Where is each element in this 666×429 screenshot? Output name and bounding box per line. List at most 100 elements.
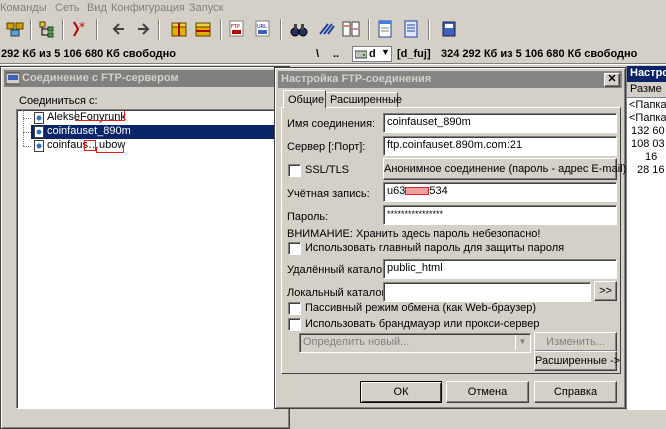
list-item: 16 xyxy=(645,151,658,163)
tab-label: Общие xyxy=(288,94,325,106)
svg-text:*: * xyxy=(79,20,85,34)
notepad-icon[interactable] xyxy=(376,20,394,38)
master-password-checkbox[interactable] xyxy=(288,242,301,255)
size-list: <Папка <Папка 132 60 108 03 16 28 16 xyxy=(629,99,666,177)
cancel-button[interactable]: Отмена xyxy=(446,381,529,403)
ftp-settings-dialog: Настройка FTP-соединения ✕ Общие Расшире… xyxy=(274,67,626,409)
tree-icon[interactable] xyxy=(38,20,56,38)
account-suffix: 534 xyxy=(429,185,448,197)
select-star-icon[interactable]: * xyxy=(70,20,88,38)
menu-network[interactable]: Сеть xyxy=(55,2,79,14)
svg-text:FTP: FTP xyxy=(231,24,240,30)
tab-label: Расширенные xyxy=(330,94,402,106)
browse-button[interactable]: >> xyxy=(594,281,617,301)
list-item: 28 16 xyxy=(637,164,665,176)
account-label: Учётная запись: xyxy=(287,188,370,200)
anonymous-connection-button[interactable]: Анонимное соединение (пароль - адрес E-m… xyxy=(383,158,626,180)
size-column-header[interactable]: Разме xyxy=(627,82,666,98)
unpack-icon[interactable] xyxy=(194,20,212,38)
passive-mode-checkbox[interactable] xyxy=(288,302,301,315)
password-field[interactable]: **************** xyxy=(383,205,617,225)
menu-bar: Команды Сеть Вид Конфигурация Запуск xyxy=(0,0,666,16)
rename-tool-icon[interactable] xyxy=(318,20,336,38)
menu-config[interactable]: Конфигурация xyxy=(111,2,185,14)
list-item: 108 03 xyxy=(631,138,665,150)
menu-commands[interactable]: Команды xyxy=(0,2,47,14)
list-item-label: coinfauset_890m xyxy=(47,125,131,137)
drive-icon xyxy=(355,50,367,59)
dialog-title: Настройка FTP-соединения xyxy=(281,73,432,85)
change-button[interactable]: Изменить... xyxy=(534,332,617,352)
passive-mode-label: Пассивный режим обмена (как Web-браузер) xyxy=(305,302,537,314)
drive-letter: d xyxy=(369,48,376,60)
root-button[interactable]: \ xyxy=(316,48,319,60)
list-item-selected[interactable]: coinfauset_890m xyxy=(31,125,277,139)
firewall-checkbox[interactable] xyxy=(288,318,301,331)
list-item: <Папка xyxy=(629,99,666,111)
ftp-connect-icon[interactable]: FTP xyxy=(228,20,246,38)
ftp-connect-window: Соединение с FTP-сервером Соединиться с:… xyxy=(0,66,290,429)
up-dir-button[interactable]: .. xyxy=(333,48,339,60)
compare-icon[interactable] xyxy=(342,20,360,38)
right-panel-title: Настро xyxy=(627,66,666,82)
close-icon: ✕ xyxy=(607,73,617,85)
conn-name-field[interactable]: coinfauset_890m xyxy=(383,113,617,133)
reread-icon[interactable] xyxy=(6,20,24,38)
right-file-panel: Настро Разме <Папка <Папка 132 60 108 03… xyxy=(626,66,666,410)
chevron-down-icon: ▼ xyxy=(515,335,529,350)
url-icon[interactable]: URL xyxy=(254,20,272,38)
password-label: Пароль: xyxy=(287,211,329,223)
menu-view[interactable]: Вид xyxy=(87,2,107,14)
local-dir-label: Локальный каталог: xyxy=(287,287,389,299)
local-dir-field[interactable] xyxy=(383,282,591,302)
tab-general[interactable]: Общие xyxy=(283,90,326,108)
account-field[interactable]: u63 534 xyxy=(383,182,617,202)
settings-titlebar: Настройка FTP-соединения ✕ xyxy=(278,71,622,88)
redaction-box xyxy=(84,140,96,151)
close-button[interactable]: ✕ xyxy=(604,73,620,87)
ok-button[interactable]: ОК xyxy=(360,381,442,403)
drive-select[interactable]: d ▼ xyxy=(352,46,392,62)
server-field[interactable]: ftp.coinfauset.890m.com:21 xyxy=(383,136,617,156)
advanced-button[interactable]: Расширенные -> xyxy=(534,351,620,371)
menu-launch[interactable]: Запуск xyxy=(189,2,223,14)
master-password-label: Использовать главный пароль для защиты п… xyxy=(305,242,565,254)
ftp-connect-titlebar: Соединение с FTP-сервером xyxy=(4,70,286,87)
redaction-box xyxy=(75,111,125,121)
password-warning: ВНИМАНИЕ: Хранить здесь пароль небезопас… xyxy=(287,228,541,240)
left-free-space: 292 Кб из 5 106 680 Кб свободно xyxy=(1,48,176,60)
account-prefix: u63 xyxy=(387,185,406,197)
svg-text:URL: URL xyxy=(257,24,267,30)
ssl-checkbox[interactable] xyxy=(288,164,301,177)
ssl-label: SSL/TLS xyxy=(305,164,350,176)
ftp-file-icon xyxy=(34,112,44,124)
search-binoculars-icon[interactable] xyxy=(290,20,308,38)
firewall-label: Использовать брандмауэр или прокси-серве… xyxy=(305,318,540,330)
chevron-down-icon: ▼ xyxy=(381,47,390,57)
connect-to-label: Соединиться с: xyxy=(19,95,98,107)
proxy-select[interactable]: Определить новый... ▼ xyxy=(299,333,531,353)
conn-name-label: Имя соединения: xyxy=(287,118,376,130)
help-button[interactable]: Справка xyxy=(534,381,617,403)
remote-dir-label: Удалённый каталог: xyxy=(287,264,390,276)
notes-icon[interactable] xyxy=(402,20,420,38)
list-item: <Папка xyxy=(629,112,666,124)
server-label: Сервер [:Порт]: xyxy=(287,141,366,153)
toolbar: * FTP URL xyxy=(0,16,666,44)
window-icon xyxy=(6,72,20,85)
help-book-icon[interactable] xyxy=(440,20,458,38)
connection-list[interactable]: AlekseFonyrunk coinfauset_890m coinfaus…… xyxy=(16,109,278,409)
ftp-file-icon xyxy=(34,140,44,152)
ftp-file-icon xyxy=(34,126,44,138)
list-item: 132 60 xyxy=(631,125,665,137)
forward-arrow-icon[interactable] xyxy=(134,20,152,38)
back-arrow-icon[interactable] xyxy=(110,20,128,38)
right-free-space: 324 292 Кб из 5 106 680 Кб свободно xyxy=(441,48,638,60)
tab-advanced[interactable]: Расширенные xyxy=(325,92,402,107)
drive-label: [d_fuj] xyxy=(397,48,431,60)
drive-bar: 292 Кб из 5 106 680 Кб свободно \ .. d ▼… xyxy=(0,44,666,64)
pack-icon[interactable] xyxy=(170,20,188,38)
redaction-box xyxy=(405,187,430,196)
remote-dir-field[interactable]: public_html xyxy=(383,259,617,279)
redaction-box xyxy=(96,147,124,153)
